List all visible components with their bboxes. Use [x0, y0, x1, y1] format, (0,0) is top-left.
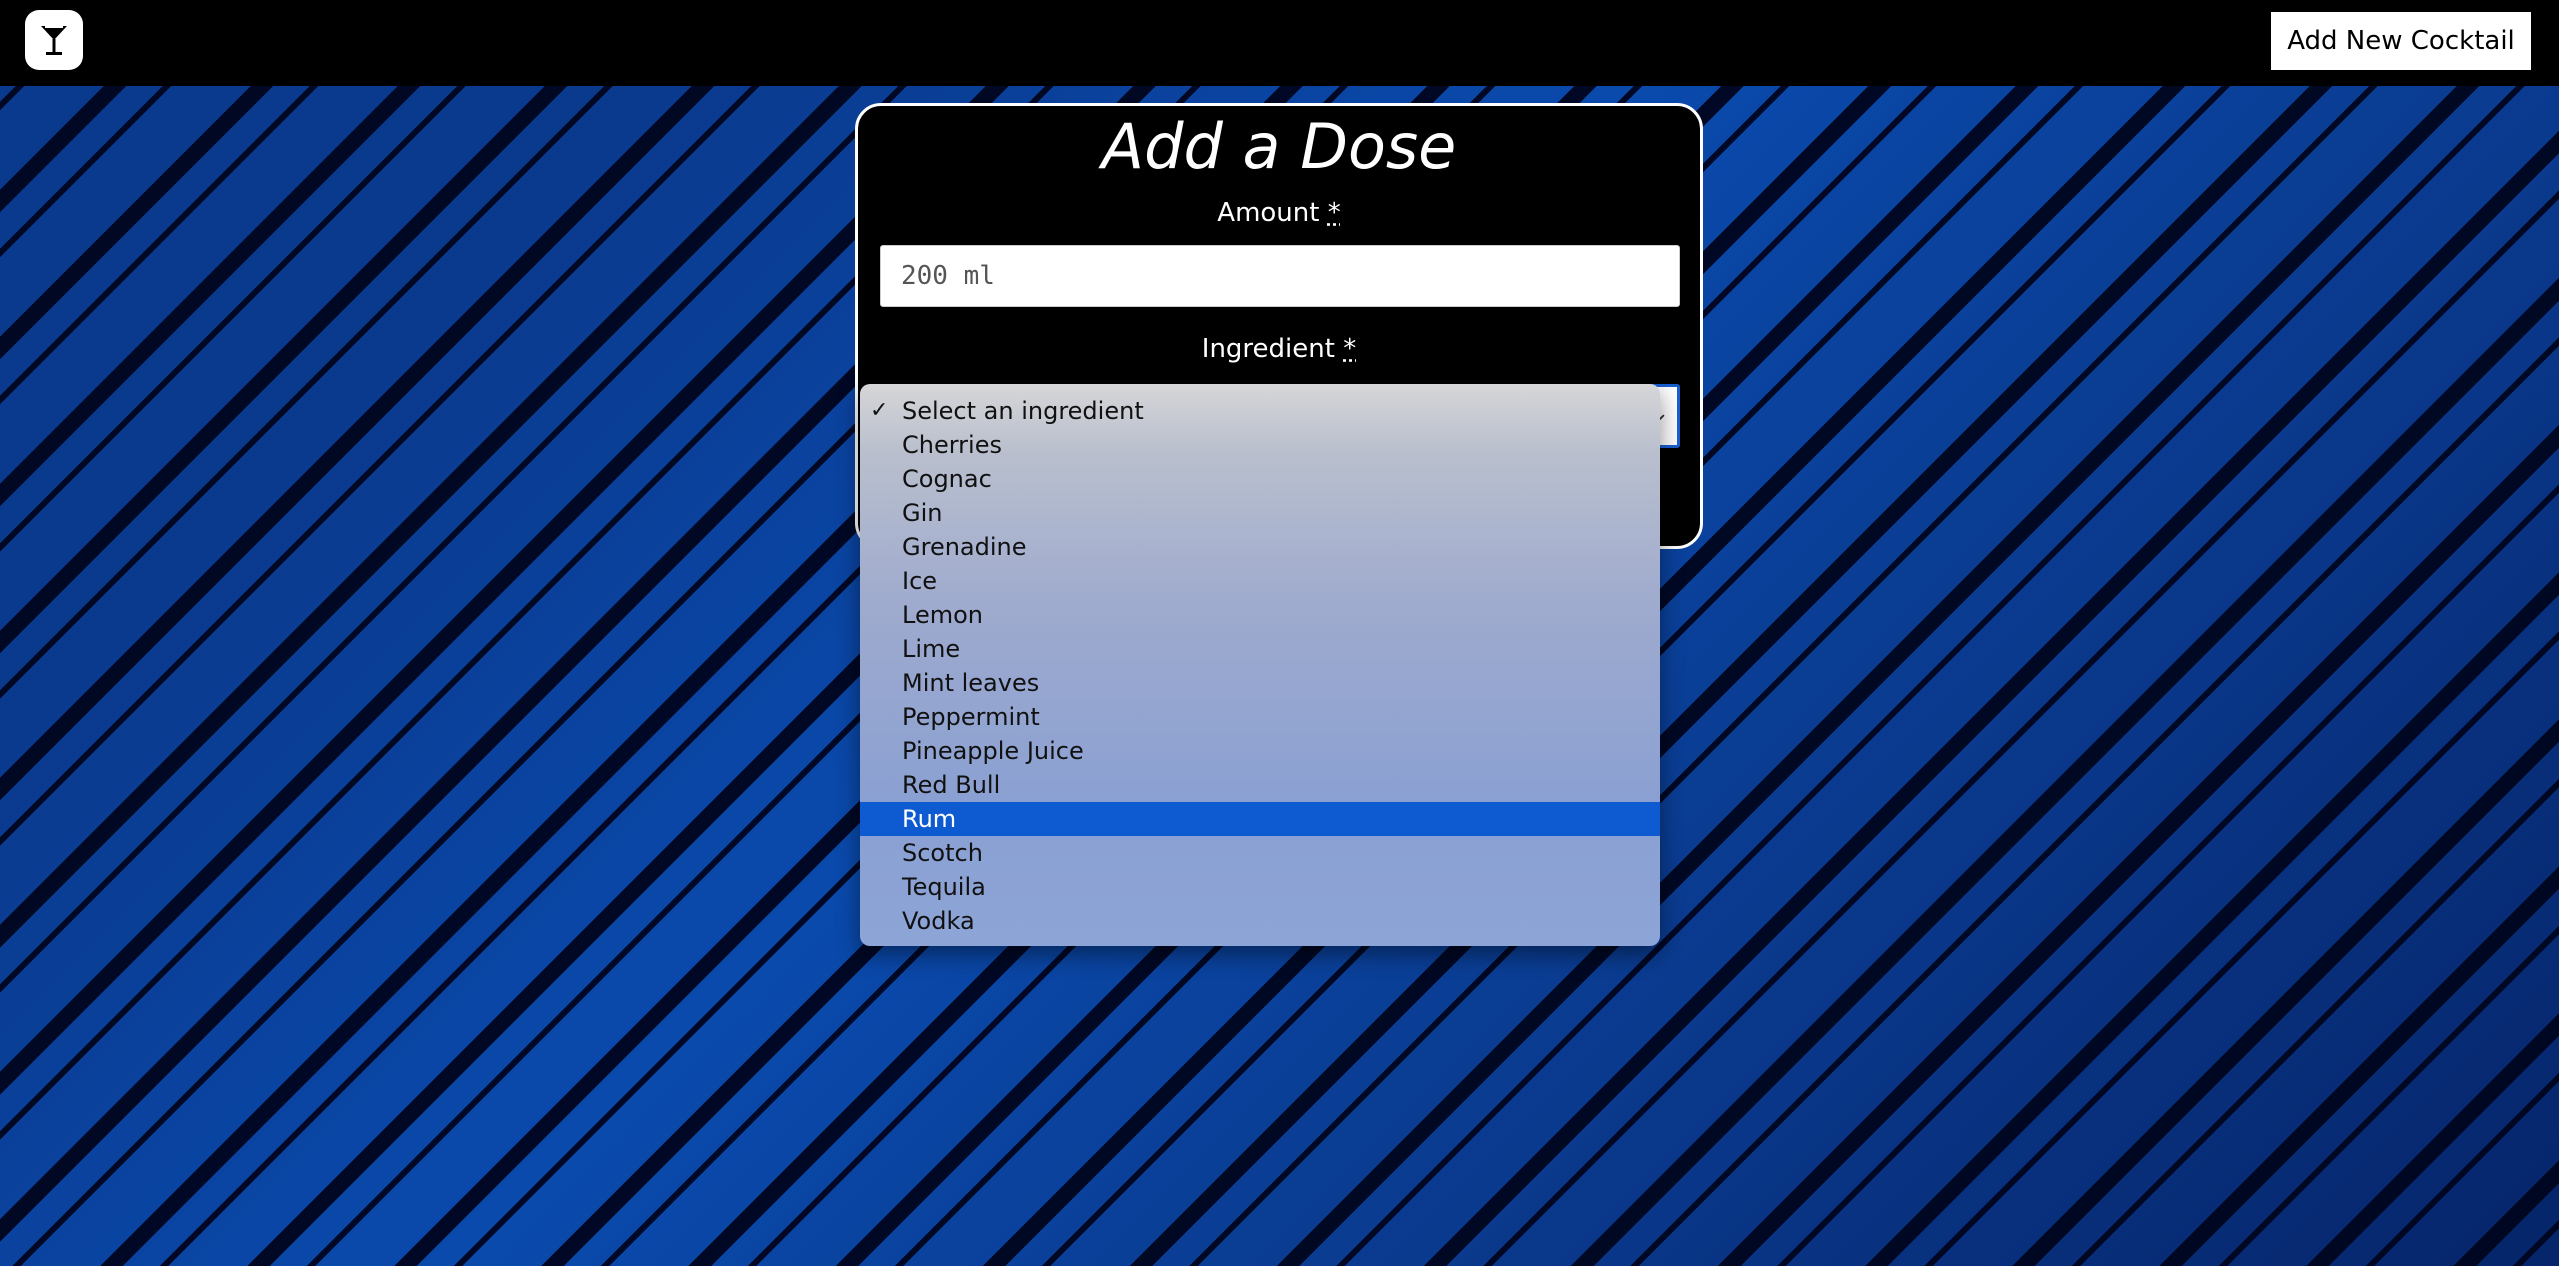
- ingredient-options-list: ✓ Select an ingredient Cherries Cognac Gin Gr…: [860, 394, 1660, 938]
- ingredient-option-label: Tequila: [902, 873, 986, 901]
- ingredient-option[interactable]: Lime: [860, 632, 1660, 666]
- ingredient-option-label: Gin: [902, 499, 943, 527]
- ingredient-option[interactable]: Cognac: [860, 462, 1660, 496]
- ingredient-label-text: Ingredient: [1201, 334, 1335, 364]
- ingredient-option[interactable]: ✓ Select an ingredient: [860, 394, 1660, 428]
- ingredient-dropdown-menu[interactable]: ✓ Select an ingredient Cherries Cognac Gin Gr…: [860, 384, 1660, 946]
- ingredient-label: Ingredient *: [858, 334, 1700, 364]
- cocktail-glass-icon: [41, 26, 67, 55]
- home-logo-button[interactable]: [25, 10, 83, 70]
- ingredient-option-label: Vodka: [902, 907, 975, 935]
- ingredient-option[interactable]: Pineapple Juice: [860, 734, 1660, 768]
- ingredient-option-label: Select an ingredient: [902, 397, 1144, 425]
- amount-required-mark: *: [1327, 198, 1341, 228]
- ingredient-option-label: Red Bull: [902, 771, 1001, 799]
- ingredient-option-label: Lime: [902, 635, 961, 663]
- ingredient-option-label: Mint leaves: [902, 669, 1040, 697]
- ingredient-option[interactable]: Rum: [860, 802, 1660, 836]
- ingredient-option[interactable]: Red Bull: [860, 768, 1660, 802]
- amount-label-text: Amount: [1217, 198, 1320, 228]
- ingredient-option-label: Lemon: [902, 601, 983, 629]
- ingredient-option[interactable]: Ice: [860, 564, 1660, 598]
- ingredient-required-mark: *: [1343, 334, 1357, 364]
- ingredient-option[interactable]: Peppermint: [860, 700, 1660, 734]
- ingredient-option[interactable]: Grenadine: [860, 530, 1660, 564]
- ingredient-option-label: Pineapple Juice: [902, 737, 1084, 765]
- ingredient-option[interactable]: Lemon: [860, 598, 1660, 632]
- ingredient-option-label: Cherries: [902, 431, 1002, 459]
- ingredient-option[interactable]: Vodka: [860, 904, 1660, 938]
- checkmark-icon: ✓: [870, 398, 889, 423]
- ingredient-option-label: Peppermint: [902, 703, 1040, 731]
- ingredient-option[interactable]: Cherries: [860, 428, 1660, 462]
- form-title: Add a Dose: [1101, 110, 1457, 183]
- amount-label: Amount *: [858, 198, 1700, 228]
- ingredient-option-label: Grenadine: [902, 533, 1027, 561]
- ingredient-option-label: Rum: [902, 805, 957, 833]
- ingredient-option[interactable]: Scotch: [860, 836, 1660, 870]
- ingredient-option[interactable]: Gin: [860, 496, 1660, 530]
- ingredient-option-label: Cognac: [902, 465, 992, 493]
- ingredient-option-label: Ice: [902, 567, 938, 595]
- amount-input[interactable]: [880, 245, 1680, 307]
- ingredient-option[interactable]: Tequila: [860, 870, 1660, 904]
- ingredient-option[interactable]: Mint leaves: [860, 666, 1660, 700]
- ingredient-option-label: Scotch: [902, 839, 983, 867]
- add-new-cocktail-button[interactable]: Add New Cocktail: [2271, 12, 2531, 70]
- top-navbar: Add New Cocktail: [0, 0, 2559, 86]
